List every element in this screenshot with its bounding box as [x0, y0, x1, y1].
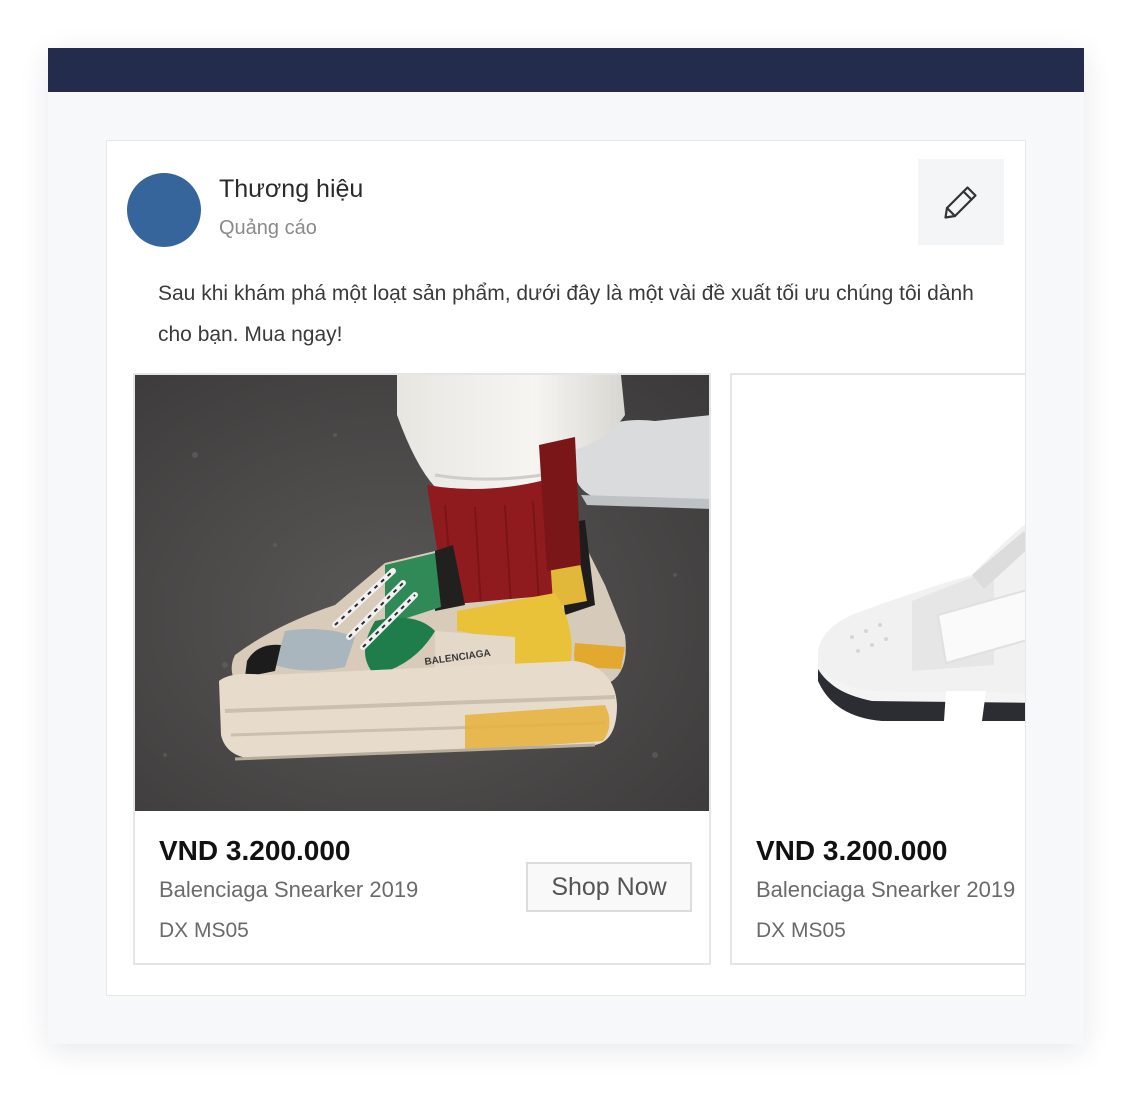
- ad-preview-window: Thương hiệu Quảng cáo Sau khi khám phá m…: [48, 48, 1084, 1044]
- product-image: BALENCIAGA: [135, 375, 709, 811]
- ad-card: Thương hiệu Quảng cáo Sau khi khám phá m…: [106, 140, 1026, 996]
- product-sku: DX MS05: [159, 919, 249, 942]
- edit-button[interactable]: [918, 159, 1004, 245]
- product-price: VND 3.200.000: [756, 835, 948, 866]
- product-card[interactable]: BALENCIAGA VND 3.200.000 Balenciaga Snea…: [133, 373, 711, 965]
- product-image: [732, 375, 1025, 811]
- product-name: Balenciaga Snearker 2019: [756, 877, 1016, 902]
- top-bar: [48, 48, 1084, 92]
- ad-body-text: Sau khi khám phá một loạt sản phẩm, dưới…: [158, 282, 974, 346]
- shop-now-button[interactable]: Shop Now: [526, 862, 692, 912]
- product-sku: DX MS05: [756, 919, 846, 942]
- product-carousel[interactable]: BALENCIAGA VND 3.200.000 Balenciaga Snea…: [133, 373, 1025, 967]
- product-name: Balenciaga Snearker 2019: [159, 877, 419, 902]
- product-price: VND 3.200.000: [159, 835, 351, 866]
- sponsored-label: Quảng cáo: [219, 217, 317, 239]
- pencil-icon: [944, 186, 977, 219]
- product-card[interactable]: VND 3.200.000 Balenciaga Snearker 2019 D…: [730, 373, 1025, 965]
- brand-avatar: [127, 173, 201, 247]
- brand-name: Thương hiệu: [219, 175, 364, 203]
